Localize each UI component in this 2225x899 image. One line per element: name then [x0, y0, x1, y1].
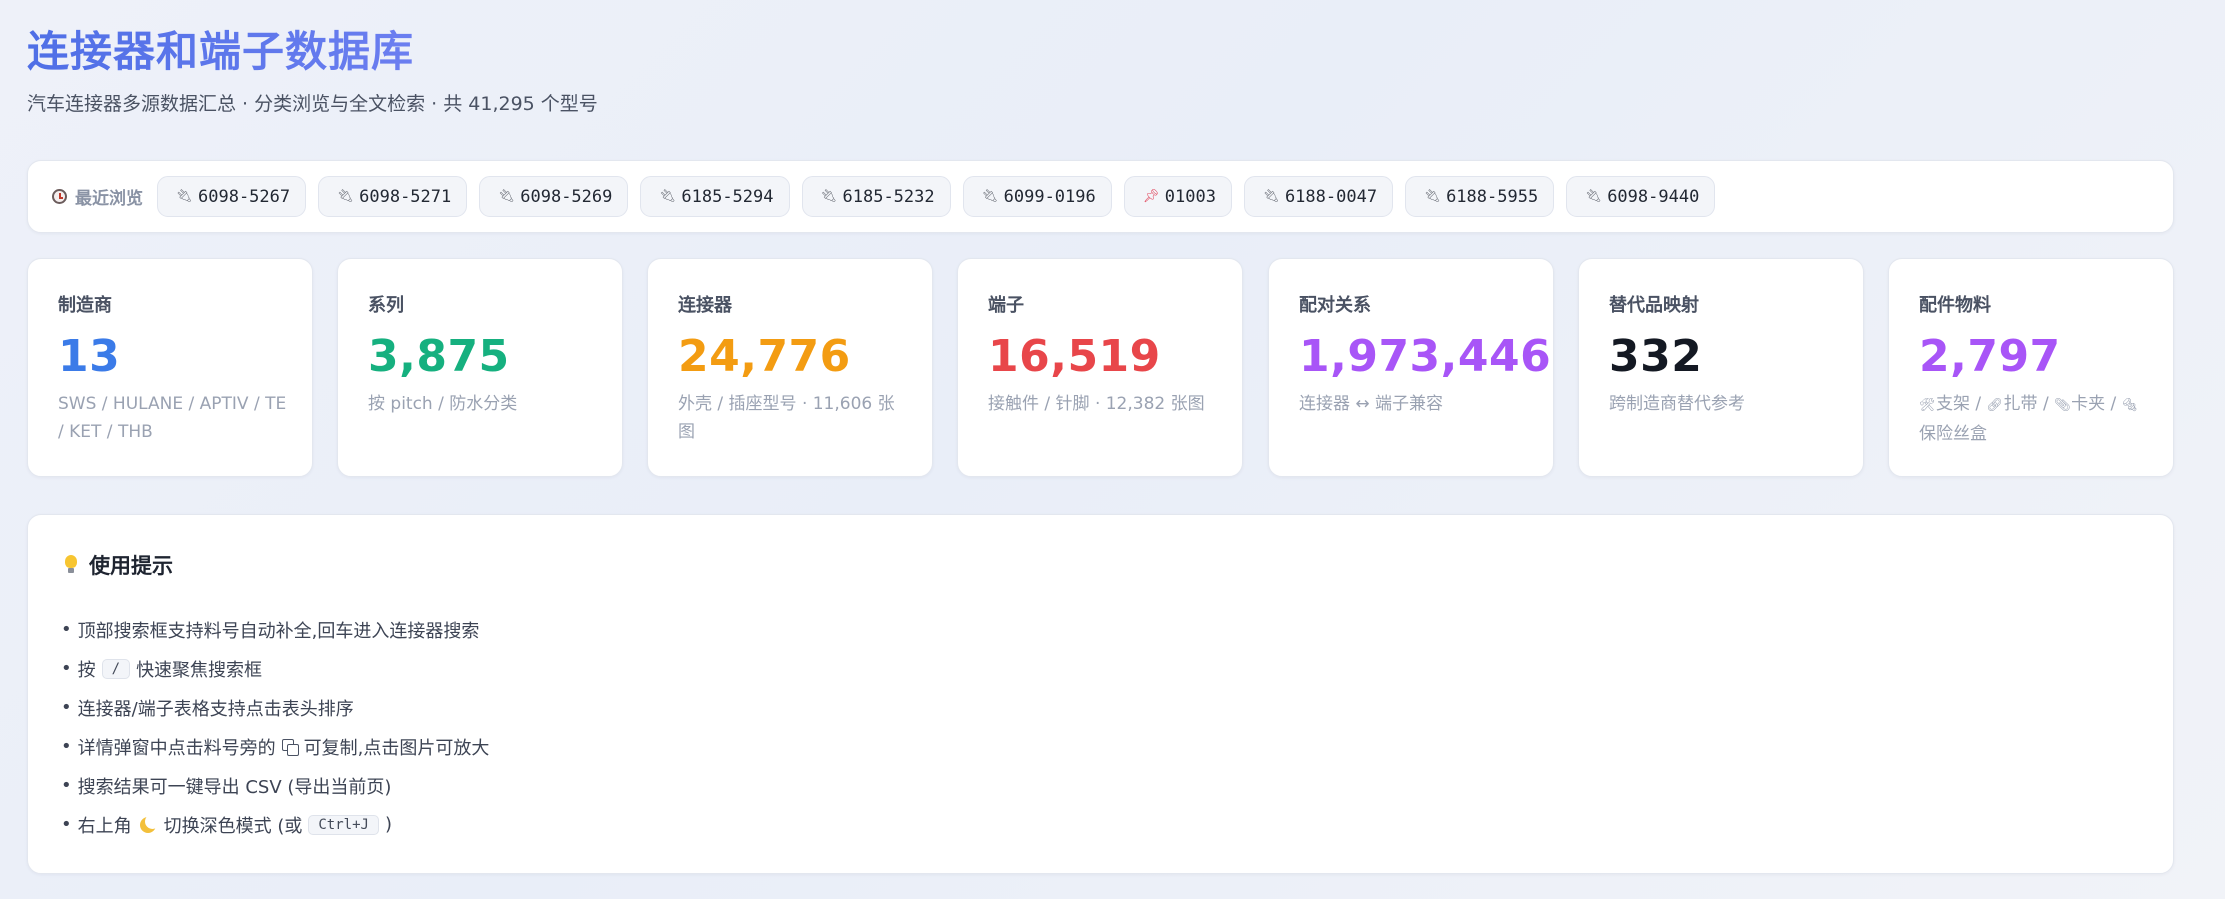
link-icon: 🔗︎: [1986, 398, 2004, 413]
recent-chip[interactable]: 📌︎ 01003: [1123, 176, 1232, 217]
recent-chip-code: 01003: [1164, 186, 1216, 207]
recent-chip[interactable]: 🔌︎ 6098-5269: [479, 176, 629, 217]
stat-value: 1,973,446: [1299, 331, 1552, 382]
clock-icon: [52, 189, 67, 204]
clip-icon: 📎︎: [2054, 398, 2071, 413]
tips-heading: 使用提示: [65, 550, 173, 580]
plug-icon: 🔌︎: [1585, 189, 1602, 204]
tip-item: • 连接器/端子表格支持点击表头排序: [61, 697, 354, 720]
recent-chip-code: 6185-5294: [681, 186, 774, 207]
stat-card-series[interactable]: 系列 3,875 按 pitch / 防水分类: [337, 258, 623, 477]
stat-value: 16,519: [988, 331, 1161, 382]
recent-chip[interactable]: 🔌︎ 6099-0196: [962, 176, 1112, 217]
stat-description: 接触件 / 针脚 · 12,382 张图: [988, 394, 1205, 414]
fuse-icon: 🔩︎: [2121, 398, 2139, 413]
plug-icon: 🔌︎: [498, 189, 515, 204]
moon-icon: [139, 813, 160, 833]
lightbulb-icon: [65, 555, 77, 575]
recent-chip-code: 6098-9440: [1607, 186, 1700, 207]
pushpin-icon: 📌︎: [1142, 189, 1160, 204]
plug-icon: 🔌︎: [820, 189, 838, 204]
stat-card-mating-relations[interactable]: 配对关系 1,973,446 连接器 ↔ 端子兼容: [1268, 258, 1554, 477]
plug-icon: 🔌︎: [176, 189, 193, 204]
plug-icon: 🔌︎: [337, 189, 354, 204]
accessory-separator: /: [2110, 394, 2117, 414]
stat-label: 系列: [368, 295, 404, 316]
stat-description: 🛠︎支架 / 🔗︎扎带 / 📎︎卡夹 / 🔩︎ 保险丝盒: [1919, 390, 2149, 448]
ctrl-j-key: Ctrl+J: [308, 814, 379, 835]
stat-value: 24,776: [678, 331, 851, 382]
recent-chip[interactable]: 🔌︎ 6188-0047: [1243, 176, 1394, 217]
accessory-fuse-box: 保险丝盒: [1919, 424, 1987, 444]
tip-item: • 按 / 快速聚焦搜索框: [61, 658, 263, 681]
stat-card-connectors[interactable]: 连接器 24,776 外壳 / 插座型号 · 11,606 张图: [647, 258, 933, 477]
stat-label: 连接器: [678, 295, 732, 316]
recent-chip-code: 6185-5232: [842, 186, 935, 207]
stat-card-manufacturers[interactable]: 制造商 13 SWS / HULANE / APTIV / TE / KET /…: [27, 258, 313, 477]
plug-icon: 🔌︎: [1424, 189, 1441, 204]
stat-description: 连接器 ↔ 端子兼容: [1299, 394, 1444, 414]
plug-icon: 🔌︎: [659, 189, 676, 204]
stat-description: 外壳 / 插座型号 · 11,606 张图: [678, 394, 895, 442]
recent-chip[interactable]: 🔌︎ 6188-5955: [1405, 176, 1555, 217]
tip-item: • 详情弹窗中点击料号旁的 可复制,点击图片可放大: [61, 736, 490, 759]
recent-chip-code: 6098-5267: [198, 186, 291, 207]
recent-chip[interactable]: 🔌︎ 6098-5271: [318, 176, 468, 217]
recent-chip[interactable]: 🔌︎ 6098-9440: [1566, 176, 1716, 217]
recent-chip[interactable]: 🔌︎ 6185-5294: [640, 176, 790, 217]
recent-chip-code: 6188-0047: [1284, 186, 1378, 207]
stat-description: 按 pitch / 防水分类: [368, 394, 518, 414]
page-subtitle: 汽车连接器多源数据汇总 · 分类浏览与全文检索 · 共 41,295 个型号: [27, 93, 598, 115]
stats-grid: 制造商 13 SWS / HULANE / APTIV / TE / KET /…: [27, 258, 2174, 477]
stat-value: 13: [58, 331, 121, 382]
recent-views-label: 最近浏览: [52, 184, 143, 209]
slash-key: /: [101, 658, 131, 679]
stat-label: 配件物料: [1919, 295, 1991, 316]
stat-description: 跨制造商替代参考: [1609, 394, 1745, 414]
copy-icon: [281, 738, 299, 756]
tip-item: • 顶部搜索框支持料号自动补全,回车进入连接器搜索: [61, 619, 480, 642]
tips-list: • 顶部搜索框支持料号自动补全,回车进入连接器搜索 • 按 / 快速聚焦搜索框 • 连接器…: [61, 610, 489, 844]
plug-icon: 🔌︎: [981, 189, 999, 204]
recent-chip-code: 6099-0196: [1003, 186, 1096, 207]
accessory-clip: 卡夹: [2071, 394, 2106, 414]
tip-item: • 搜索结果可一键导出 CSV (导出当前页): [61, 775, 392, 798]
stat-label: 替代品映射: [1609, 295, 1699, 316]
recent-chip-code: 6098-5271: [359, 186, 452, 207]
plug-icon: 🔌︎: [1262, 189, 1280, 204]
stat-value: 332: [1609, 331, 1703, 382]
recent-chip[interactable]: 🔌︎ 6098-5267: [157, 176, 307, 217]
tip-item: • 右上角 切换深色模式 (或 Ctrl+J): [61, 813, 392, 837]
stat-card-terminals[interactable]: 端子 16,519 接触件 / 针脚 · 12,382 张图: [957, 258, 1243, 477]
accessory-tie: 扎带 /: [2003, 394, 2049, 414]
tips-title: 使用提示: [89, 554, 173, 578]
stat-label: 制造商: [58, 295, 112, 316]
recent-views-label-text: 最近浏览: [75, 189, 143, 209]
recent-views-bar: 最近浏览 🔌︎ 6098-5267 🔌︎ 6098-5271 🔌︎ 6098-5269…: [27, 160, 2174, 233]
accessory-bracket: 支架 /: [1936, 394, 1982, 414]
stat-value: 2,797: [1919, 331, 2061, 382]
recent-chip-code: 6098-5269: [520, 186, 613, 207]
stat-description: SWS / HULANE / APTIV / TE / KET / THB: [58, 394, 287, 442]
recent-chip[interactable]: 🔌︎ 6185-5232: [801, 176, 951, 217]
recent-chip-code: 6188-5955: [1446, 186, 1539, 207]
stat-label: 端子: [988, 295, 1024, 316]
stat-card-accessories[interactable]: 配件物料 2,797 🛠︎支架 / 🔗︎扎带 / 📎︎卡夹 / 🔩︎ 保险丝盒: [1888, 258, 2174, 477]
usage-tips-panel: 使用提示 • 顶部搜索框支持料号自动补全,回车进入连接器搜索 • 按 / 快速聚焦搜索框…: [27, 514, 2174, 874]
stat-label: 配对关系: [1299, 295, 1371, 316]
stat-value: 3,875: [368, 331, 510, 382]
bracket-icon: 🛠︎: [1919, 398, 1936, 413]
stat-card-alternatives[interactable]: 替代品映射 332 跨制造商替代参考: [1578, 258, 1864, 477]
page-title: 连接器和端子数据库: [27, 18, 414, 79]
